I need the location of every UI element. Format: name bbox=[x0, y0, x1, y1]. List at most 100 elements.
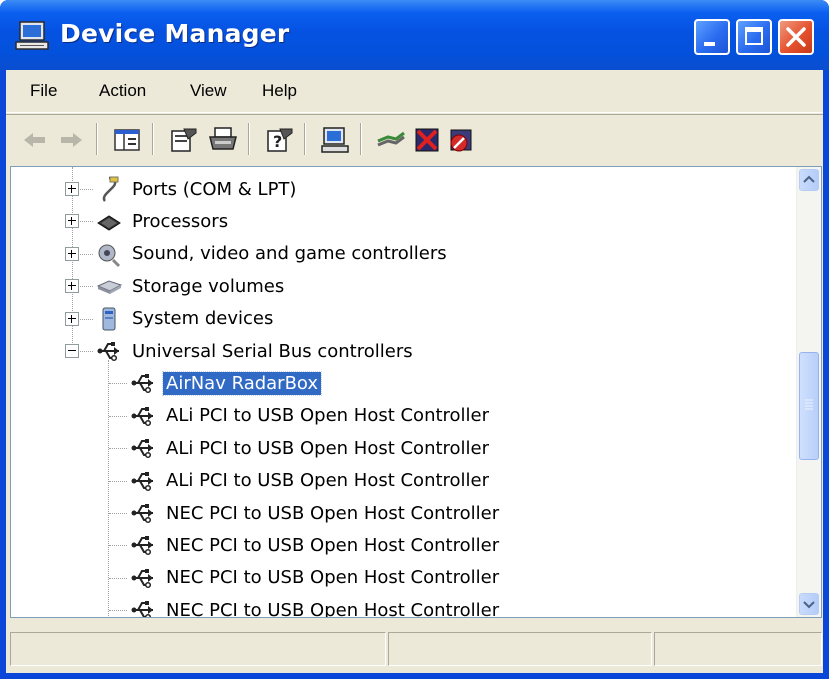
tree-device[interactable]: NEC PCI to USB Open Host Controller bbox=[129, 563, 502, 593]
title-bar[interactable]: Device Manager bbox=[0, 0, 829, 70]
tree-category-processors[interactable]: Processors bbox=[95, 206, 231, 236]
toolbar-separator bbox=[248, 123, 250, 155]
menu-view[interactable]: View bbox=[190, 81, 227, 101]
tree-category-storage-volumes[interactable]: Storage volumes bbox=[95, 271, 287, 301]
window-title: Device Manager bbox=[60, 19, 290, 48]
forward-arrow-icon[interactable] bbox=[54, 123, 88, 157]
tree-item-label: NEC PCI to USB Open Host Controller bbox=[166, 502, 500, 524]
collapse-toggle-icon[interactable] bbox=[65, 344, 79, 358]
close-button[interactable] bbox=[778, 19, 814, 55]
tree-connector bbox=[108, 360, 109, 617]
usb-icon bbox=[131, 536, 153, 556]
tree-connector bbox=[109, 383, 127, 385]
update-driver-icon[interactable] bbox=[374, 123, 408, 157]
tree-connector bbox=[109, 448, 127, 450]
tree-device[interactable]: NEC PCI to USB Open Host Controller bbox=[129, 498, 502, 528]
toolbar-separator bbox=[152, 123, 154, 155]
tree-device[interactable]: ALi PCI to USB Open Host Controller bbox=[129, 466, 492, 496]
menu-file[interactable]: File bbox=[30, 81, 57, 101]
tree-item-label: Universal Serial Bus controllers bbox=[132, 340, 413, 362]
device-manager-window: Device Manager File Action View Help ? P… bbox=[0, 0, 829, 679]
show-hide-tree-icon[interactable] bbox=[110, 123, 144, 157]
tree-item-label: Processors bbox=[132, 210, 229, 232]
expand-toggle-icon[interactable] bbox=[65, 214, 79, 229]
tree-item-label: NEC PCI to USB Open Host Controller bbox=[166, 534, 500, 556]
scroll-thumb[interactable] bbox=[799, 352, 819, 460]
tree-device[interactable]: ALi PCI to USB Open Host Controller bbox=[129, 433, 492, 463]
usb-icon bbox=[131, 601, 153, 617]
tree-item-label: ALi PCI to USB Open Host Controller bbox=[166, 470, 490, 492]
scroll-up-button[interactable] bbox=[799, 169, 819, 191]
help-icon[interactable]: ? bbox=[262, 123, 296, 157]
back-arrow-icon[interactable] bbox=[18, 123, 52, 157]
tree-item-label: ALi PCI to USB Open Host Controller bbox=[166, 405, 490, 427]
expand-toggle-icon[interactable] bbox=[65, 182, 79, 196]
usb-icon bbox=[131, 568, 153, 588]
tree-item-label: Storage volumes bbox=[132, 275, 285, 297]
grip-icon bbox=[805, 399, 813, 410]
toolbar-separator bbox=[360, 123, 362, 155]
client-area: File Action View Help ? Ports (COM & LPT… bbox=[6, 70, 823, 673]
toolbar: ? bbox=[6, 114, 823, 165]
status-panel-3 bbox=[654, 632, 822, 666]
tree-connector bbox=[109, 513, 127, 514]
usb-icon bbox=[131, 504, 153, 524]
properties-icon[interactable] bbox=[166, 123, 200, 157]
processor-icon bbox=[97, 215, 121, 231]
port-icon bbox=[102, 176, 119, 202]
tree-device-selected[interactable]: AirNav RadarBox bbox=[129, 368, 323, 398]
tree-item-label: Ports (COM & LPT) bbox=[132, 178, 297, 200]
minimize-icon bbox=[704, 42, 715, 46]
usb-icon bbox=[131, 406, 153, 426]
tree-device[interactable]: ALi PCI to USB Open Host Controller bbox=[129, 401, 492, 431]
tree-item-label: NEC PCI to USB Open Host Controller bbox=[166, 599, 500, 618]
tree-item-label: AirNav RadarBox bbox=[161, 370, 323, 396]
tree-item-label: ALi PCI to USB Open Host Controller bbox=[166, 437, 490, 459]
tree-category-system-devices[interactable]: System devices bbox=[95, 304, 276, 334]
system-icon bbox=[102, 307, 116, 331]
tree-item-label: System devices bbox=[132, 308, 274, 330]
device-tree[interactable]: Ports (COM & LPT) Processors Sound, video … bbox=[10, 166, 822, 618]
usb-icon bbox=[97, 342, 119, 362]
toolbar-separator bbox=[304, 123, 306, 155]
status-bar bbox=[6, 624, 823, 673]
chevron-down-icon bbox=[803, 601, 815, 609]
print-icon[interactable] bbox=[206, 123, 240, 157]
expand-toggle-icon[interactable] bbox=[65, 279, 79, 294]
tree-item-label: Sound, video and game controllers bbox=[132, 243, 447, 265]
status-panel-2 bbox=[388, 632, 652, 666]
tree-category-sound-video-and-game-controllers[interactable]: Sound, video and game controllers bbox=[95, 239, 450, 269]
menu-help[interactable]: Help bbox=[262, 81, 297, 101]
vertical-scrollbar[interactable] bbox=[796, 167, 821, 617]
tree-connector bbox=[109, 577, 127, 579]
usb-icon bbox=[131, 471, 153, 491]
tree-device[interactable]: NEC PCI to USB Open Host Controller bbox=[129, 595, 502, 618]
usb-icon bbox=[131, 439, 153, 459]
storage-icon bbox=[96, 280, 123, 295]
tree-category-universal-serial-bus-controllers[interactable]: Universal Serial Bus controllers bbox=[95, 336, 416, 366]
expand-toggle-icon[interactable] bbox=[65, 246, 79, 261]
maximize-icon bbox=[745, 27, 763, 45]
scroll-down-button[interactable] bbox=[799, 593, 819, 615]
tree-device[interactable]: NEC PCI to USB Open Host Controller bbox=[129, 530, 502, 560]
tree-category-ports-com-lpt[interactable]: Ports (COM & LPT) bbox=[95, 174, 299, 204]
maximize-button[interactable] bbox=[736, 19, 772, 55]
menu-bar: File Action View Help bbox=[6, 70, 823, 113]
svg-text:?: ? bbox=[273, 132, 282, 151]
menu-action[interactable]: Action bbox=[99, 81, 146, 101]
uninstall-icon[interactable] bbox=[410, 123, 444, 157]
expand-toggle-icon[interactable] bbox=[65, 311, 79, 326]
status-panel-main bbox=[10, 632, 386, 666]
minimize-button[interactable] bbox=[694, 19, 730, 55]
computer-icon bbox=[15, 21, 49, 50]
sound-icon bbox=[98, 244, 121, 267]
tree-connector bbox=[109, 610, 127, 612]
tree-item-label: NEC PCI to USB Open Host Controller bbox=[166, 567, 500, 589]
disable-device-icon[interactable] bbox=[444, 123, 478, 157]
usb-icon bbox=[131, 374, 153, 394]
tree-connector bbox=[109, 415, 127, 417]
chevron-up-icon bbox=[803, 175, 815, 183]
scan-hardware-icon[interactable] bbox=[318, 123, 352, 157]
tree-connector bbox=[109, 545, 127, 547]
toolbar-separator bbox=[96, 123, 98, 155]
